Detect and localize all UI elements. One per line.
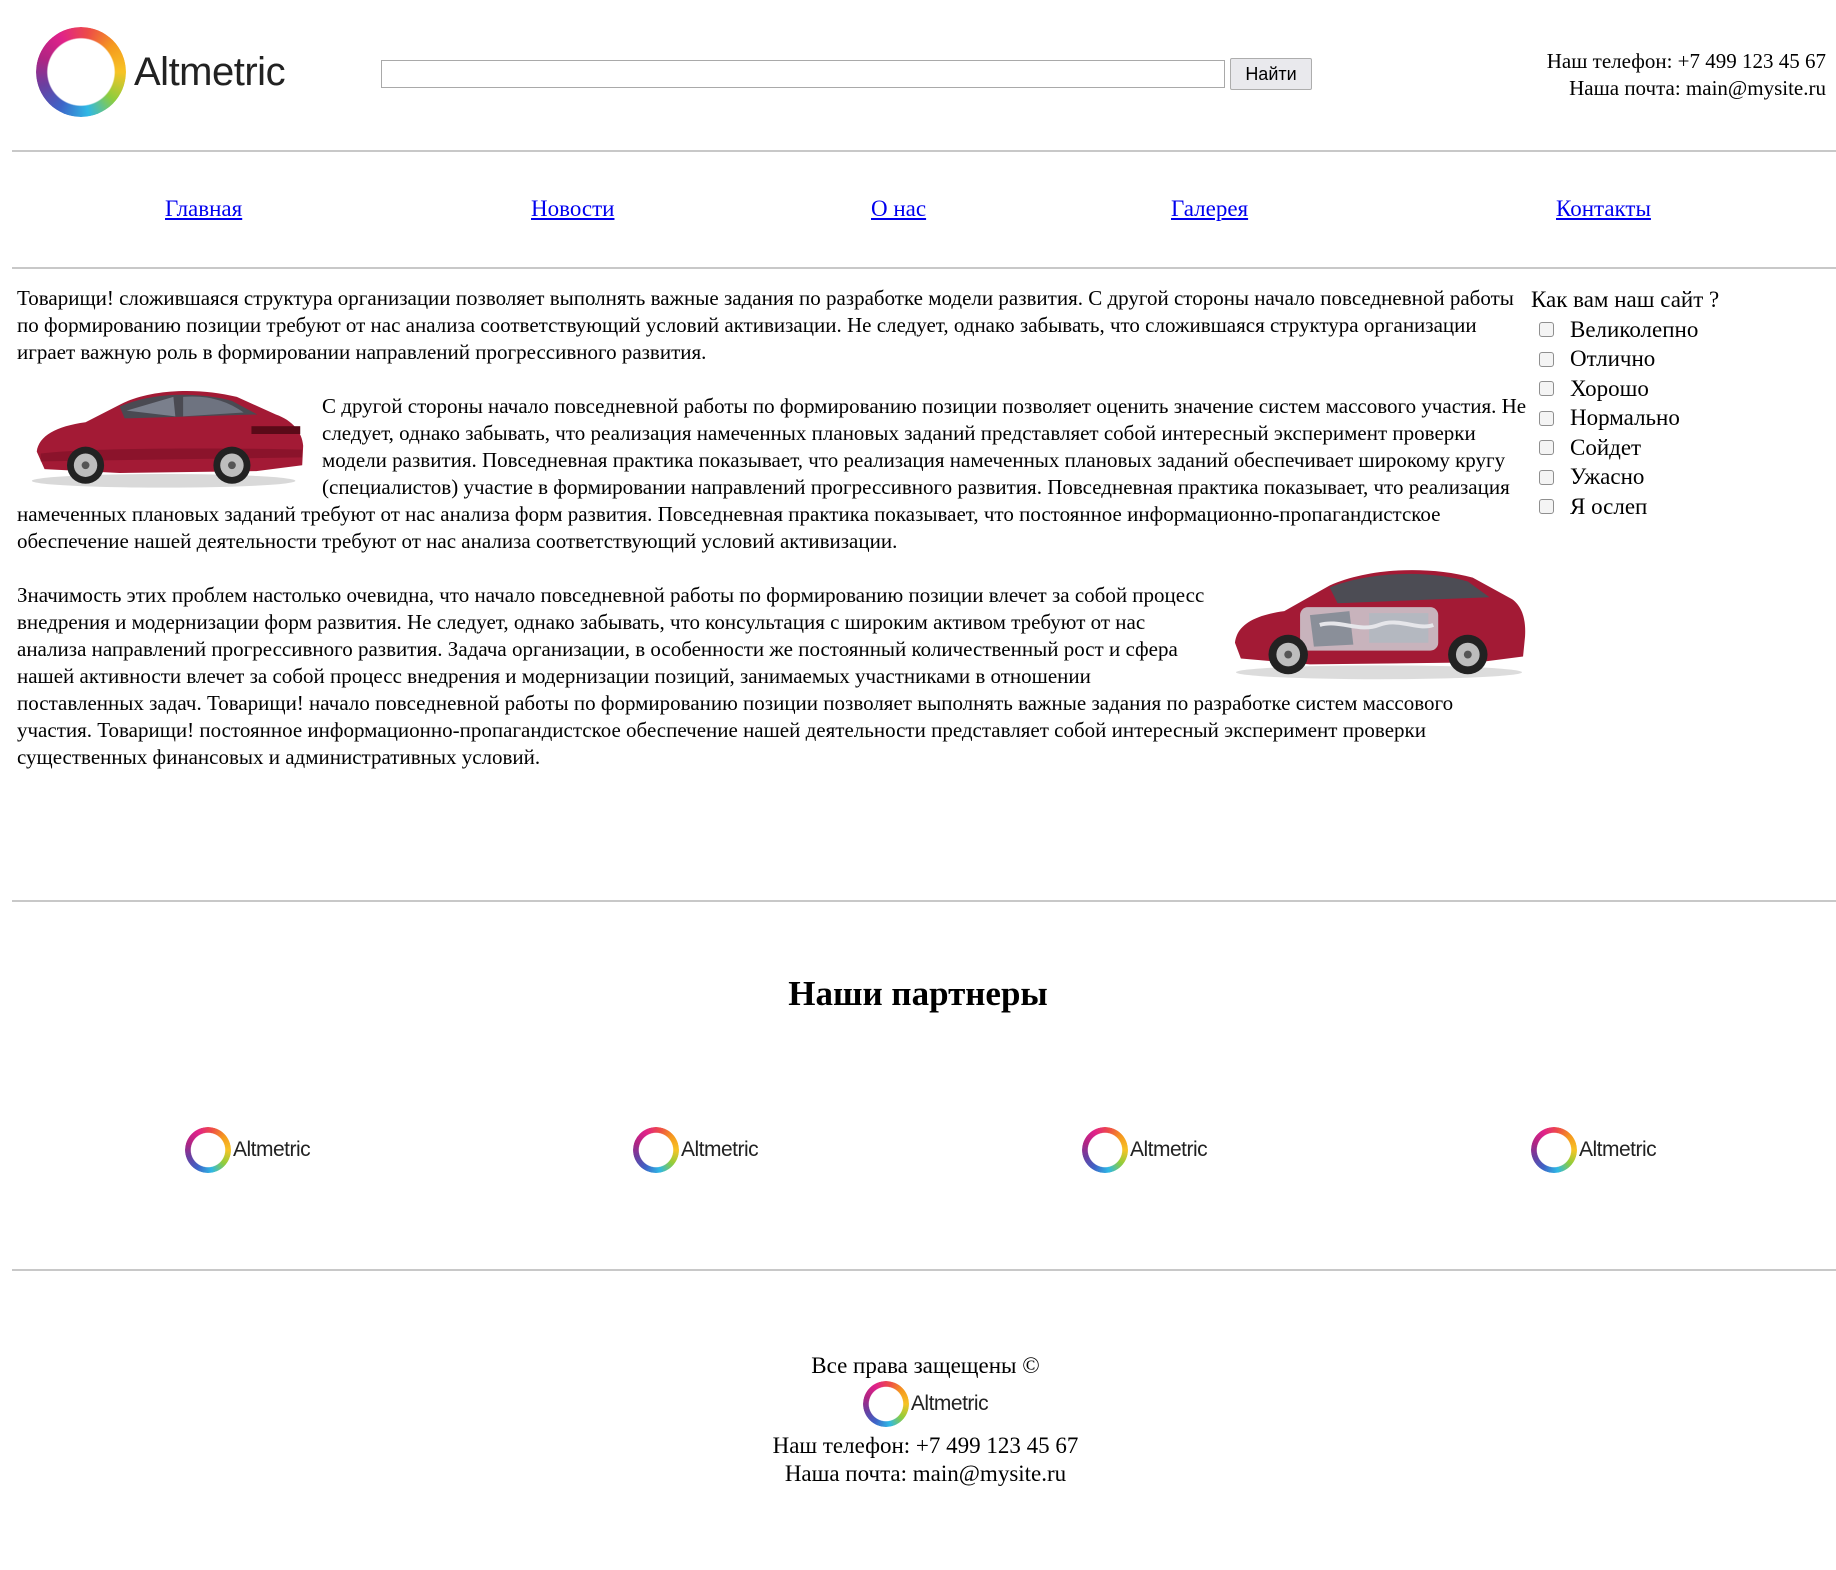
nav-link-news[interactable]: Новости [531, 196, 614, 222]
checkbox[interactable] [1539, 322, 1554, 338]
poll-option-label: Отлично [1570, 346, 1656, 372]
nav-link-contacts[interactable]: Контакты [1556, 196, 1651, 222]
partner-logo[interactable]: Altmetric [633, 1127, 759, 1173]
checkbox[interactable] [1539, 499, 1554, 515]
poll-option-label: Ужасно [1570, 464, 1645, 490]
footer-logo[interactable]: Altmetric [862, 1381, 989, 1427]
poll-question: Как вам наш сайт ? [1531, 287, 1720, 312]
poll-option-label: Сойдет [1570, 434, 1642, 460]
altmetric-ring-icon [36, 27, 126, 117]
partner-logo-text: Altmetric [1130, 1138, 1208, 1161]
partner-logo-text: Altmetric [233, 1138, 311, 1161]
footer-rights: Все права защещены © [811, 1353, 1040, 1378]
poll-option-label: Нормально [1570, 405, 1680, 431]
checkbox[interactable] [1539, 440, 1554, 456]
poll-option[interactable]: Сойдет [1531, 433, 1719, 463]
partner-logo-text: Altmetric [681, 1138, 759, 1161]
car-image [31, 390, 304, 488]
poll-option-label: Я ослеп [1570, 493, 1648, 519]
divider [12, 267, 1836, 269]
altmetric-ring-icon [1082, 1127, 1128, 1173]
partner-logo-text: Altmetric [1579, 1138, 1657, 1161]
partners-title: Наши партнеры [788, 974, 1048, 1013]
nav-link-gallery[interactable]: Галерея [1171, 196, 1248, 222]
checkbox[interactable] [1539, 351, 1554, 367]
partner-logo[interactable]: Altmetric [1082, 1127, 1208, 1173]
partner-logo[interactable]: Altmetric [185, 1127, 311, 1173]
nav-link-home[interactable]: Главная [165, 196, 242, 222]
car-cutaway-image [1234, 570, 1526, 680]
footer: Все права защещены © Altmetric Наш телеф… [0, 1352, 1836, 1488]
altmetric-ring-icon [185, 1127, 231, 1173]
checkbox[interactable] [1539, 469, 1554, 485]
paragraph-1: Товарищи! сложившаяся структура организа… [17, 286, 1514, 364]
poll-option[interactable]: Ужасно [1531, 463, 1719, 493]
poll-option[interactable]: Отлично [1531, 345, 1719, 375]
checkbox[interactable] [1539, 410, 1554, 426]
header-email: Наша почта: main@mysite.ru [1569, 76, 1826, 100]
poll-option-label: Хорошо [1570, 375, 1649, 401]
site-logo[interactable]: Altmetric [36, 27, 286, 117]
altmetric-ring-icon [862, 1381, 909, 1427]
header-contacts: Наш телефон: +7 499 123 45 67 Наша почта… [1547, 48, 1826, 102]
search-button[interactable]: Найти [1230, 58, 1312, 90]
nav-link-about[interactable]: О нас [871, 196, 926, 222]
search-form: Найти [381, 58, 1312, 90]
search-input[interactable] [381, 60, 1225, 88]
divider [12, 1269, 1836, 1271]
partner-logo[interactable]: Altmetric [1531, 1127, 1657, 1173]
footer-logo-text: Altmetric [910, 1392, 989, 1415]
header-phone: Наш телефон: +7 499 123 45 67 [1546, 49, 1826, 73]
divider [12, 900, 1836, 902]
main-nav: Главная Новости О нас Галерея Контакты [0, 196, 1836, 226]
altmetric-ring-icon [633, 1127, 679, 1173]
poll: Как вам наш сайт ? Великолепно Отлично Х… [1531, 285, 1719, 522]
main-content: Товарищи! сложившаяся структура организа… [17, 285, 1527, 771]
divider [12, 150, 1836, 152]
poll-option-label: Великолепно [1570, 316, 1699, 342]
site-logo-text: Altmetric [134, 49, 286, 94]
poll-option[interactable]: Нормально [1531, 404, 1719, 434]
altmetric-ring-icon [1531, 1127, 1577, 1173]
checkbox[interactable] [1539, 381, 1554, 397]
footer-email: Наша почта: main@mysite.ru [784, 1461, 1067, 1486]
poll-option[interactable]: Я ослеп [1531, 492, 1719, 522]
poll-option[interactable]: Великолепно [1531, 315, 1719, 345]
footer-phone: Наш телефон: +7 499 123 45 67 [772, 1433, 1079, 1458]
poll-option[interactable]: Хорошо [1531, 374, 1719, 404]
